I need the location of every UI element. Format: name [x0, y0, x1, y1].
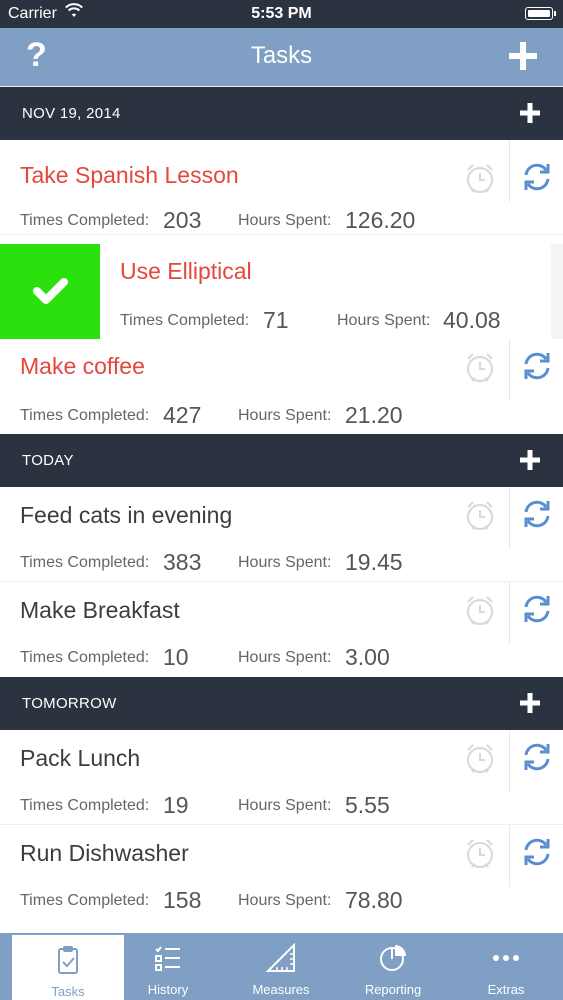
- task-name: Take Spanish Lesson: [20, 162, 239, 188]
- sync-icon[interactable]: [518, 347, 556, 385]
- times-completed-value: 158: [163, 887, 202, 913]
- task-row[interactable]: Take Spanish Lesson Times Completed: 203…: [0, 140, 563, 235]
- times-completed-value: 19: [163, 792, 189, 818]
- divider: [509, 339, 510, 401]
- page-title: Tasks: [250, 42, 313, 69]
- tab-label: Reporting: [364, 982, 422, 997]
- row-edge: [551, 244, 563, 339]
- sync-icon[interactable]: [518, 495, 556, 533]
- section-header-tomorrow: TOMORROW: [0, 677, 563, 730]
- sync-icon[interactable]: [518, 590, 556, 628]
- times-completed-label: Times Completed:: [20, 892, 150, 909]
- more-dots-icon: [493, 955, 519, 961]
- task-name: Make Breakfast: [20, 597, 180, 623]
- task-name: Use Elliptical: [120, 258, 252, 284]
- times-completed-value: 10: [163, 644, 189, 670]
- task-name: Feed cats in evening: [20, 502, 233, 528]
- task-row[interactable]: Make coffee Times Completed: 427 Hours S…: [0, 339, 563, 434]
- checkmark-icon: [33, 278, 68, 304]
- section-header-today: TODAY: [0, 434, 563, 487]
- alarm-clock-icon[interactable]: [460, 590, 500, 630]
- times-completed-value: 427: [163, 402, 202, 428]
- section-add-button[interactable]: [519, 692, 541, 714]
- hours-spent-value: 126.20: [345, 207, 416, 233]
- tab-label: Measures: [252, 982, 310, 997]
- tab-tasks[interactable]: Tasks: [12, 933, 124, 1000]
- checklist-icon: [155, 946, 180, 971]
- alarm-clock-icon[interactable]: [460, 738, 500, 778]
- times-completed-label: Times Completed:: [20, 212, 150, 229]
- complete-task-button[interactable]: [0, 244, 100, 339]
- task-name: Pack Lunch: [20, 745, 141, 771]
- task-row[interactable]: Feed cats in evening Times Completed: 38…: [0, 487, 563, 582]
- hours-spent-label: Hours Spent:: [238, 797, 332, 814]
- task-row[interactable]: Run Dishwasher Times Completed: 158 Hour…: [0, 825, 563, 920]
- tab-label: History: [147, 982, 189, 997]
- hours-spent-value: 21.20: [345, 402, 403, 428]
- battery-icon: [525, 7, 556, 20]
- section-title: NOV 19, 2014: [22, 105, 121, 122]
- divider: [509, 487, 510, 549]
- section-add-button[interactable]: [519, 102, 541, 124]
- times-completed-label: Times Completed:: [120, 312, 250, 329]
- hours-spent-label: Hours Spent:: [238, 554, 332, 571]
- hours-spent-label: Hours Spent:: [238, 212, 332, 229]
- tab-reporting[interactable]: Reporting: [337, 933, 449, 1000]
- nav-bar: ? Tasks: [0, 28, 563, 88]
- tab-bar: Tasks History Measures Reporting Extras: [0, 933, 563, 1000]
- hours-spent-value: 19.45: [345, 549, 403, 575]
- tab-label: Extras: [487, 982, 525, 997]
- divider: [509, 140, 510, 202]
- hours-spent-label: Hours Spent:: [337, 312, 431, 329]
- clock: 5:53 PM: [251, 5, 312, 22]
- hours-spent-label: Hours Spent:: [238, 892, 332, 909]
- times-completed-value: 383: [163, 549, 202, 575]
- task-name: Make coffee: [20, 353, 145, 379]
- section-title: TODAY: [22, 452, 74, 469]
- sync-icon[interactable]: [518, 738, 556, 776]
- divider: [509, 730, 510, 792]
- hours-spent-value: 78.80: [345, 887, 403, 913]
- divider: [509, 825, 510, 887]
- alarm-clock-icon[interactable]: [460, 347, 500, 387]
- section-title: TOMORROW: [22, 695, 117, 712]
- add-task-button[interactable]: [507, 40, 539, 72]
- section-add-button[interactable]: [519, 449, 541, 471]
- clipboard-check-icon: [58, 946, 78, 974]
- hours-spent-value: 5.55: [345, 792, 390, 818]
- ruler-triangle-icon: [265, 942, 295, 972]
- times-completed-value: 203: [163, 207, 202, 233]
- task-row[interactable]: Pack Lunch Times Completed: 19 Hours Spe…: [0, 730, 563, 825]
- task-row-swiped[interactable]: Use Elliptical Times Completed: 71 Hours…: [0, 244, 563, 339]
- times-completed-value: 71: [263, 307, 289, 333]
- hours-spent-value: 3.00: [345, 644, 390, 670]
- hours-spent-label: Hours Spent:: [238, 407, 332, 424]
- alarm-clock-icon[interactable]: [460, 495, 500, 535]
- tab-extras[interactable]: Extras: [450, 933, 562, 1000]
- times-completed-label: Times Completed:: [20, 407, 150, 424]
- pie-chart-icon: [380, 945, 406, 971]
- times-completed-label: Times Completed:: [20, 797, 150, 814]
- alarm-clock-icon[interactable]: [460, 158, 500, 198]
- sync-icon[interactable]: [518, 833, 556, 871]
- divider: [509, 582, 510, 644]
- sync-icon[interactable]: [518, 158, 556, 196]
- hours-spent-label: Hours Spent:: [238, 649, 332, 666]
- times-completed-label: Times Completed:: [20, 649, 150, 666]
- section-header-nov-19: NOV 19, 2014: [0, 87, 563, 140]
- tab-measures[interactable]: Measures: [225, 933, 337, 1000]
- times-completed-label: Times Completed:: [20, 554, 150, 571]
- tab-label: Tasks: [51, 984, 85, 999]
- task-name: Run Dishwasher: [20, 840, 189, 866]
- alarm-clock-icon[interactable]: [460, 833, 500, 873]
- row-divider: [0, 234, 563, 235]
- tab-history[interactable]: History: [112, 933, 224, 1000]
- task-row[interactable]: Make Breakfast Times Completed: 10 Hours…: [0, 582, 563, 677]
- hours-spent-value: 40.08: [443, 307, 501, 333]
- status-bar: Carrier 5:53 PM: [0, 0, 563, 28]
